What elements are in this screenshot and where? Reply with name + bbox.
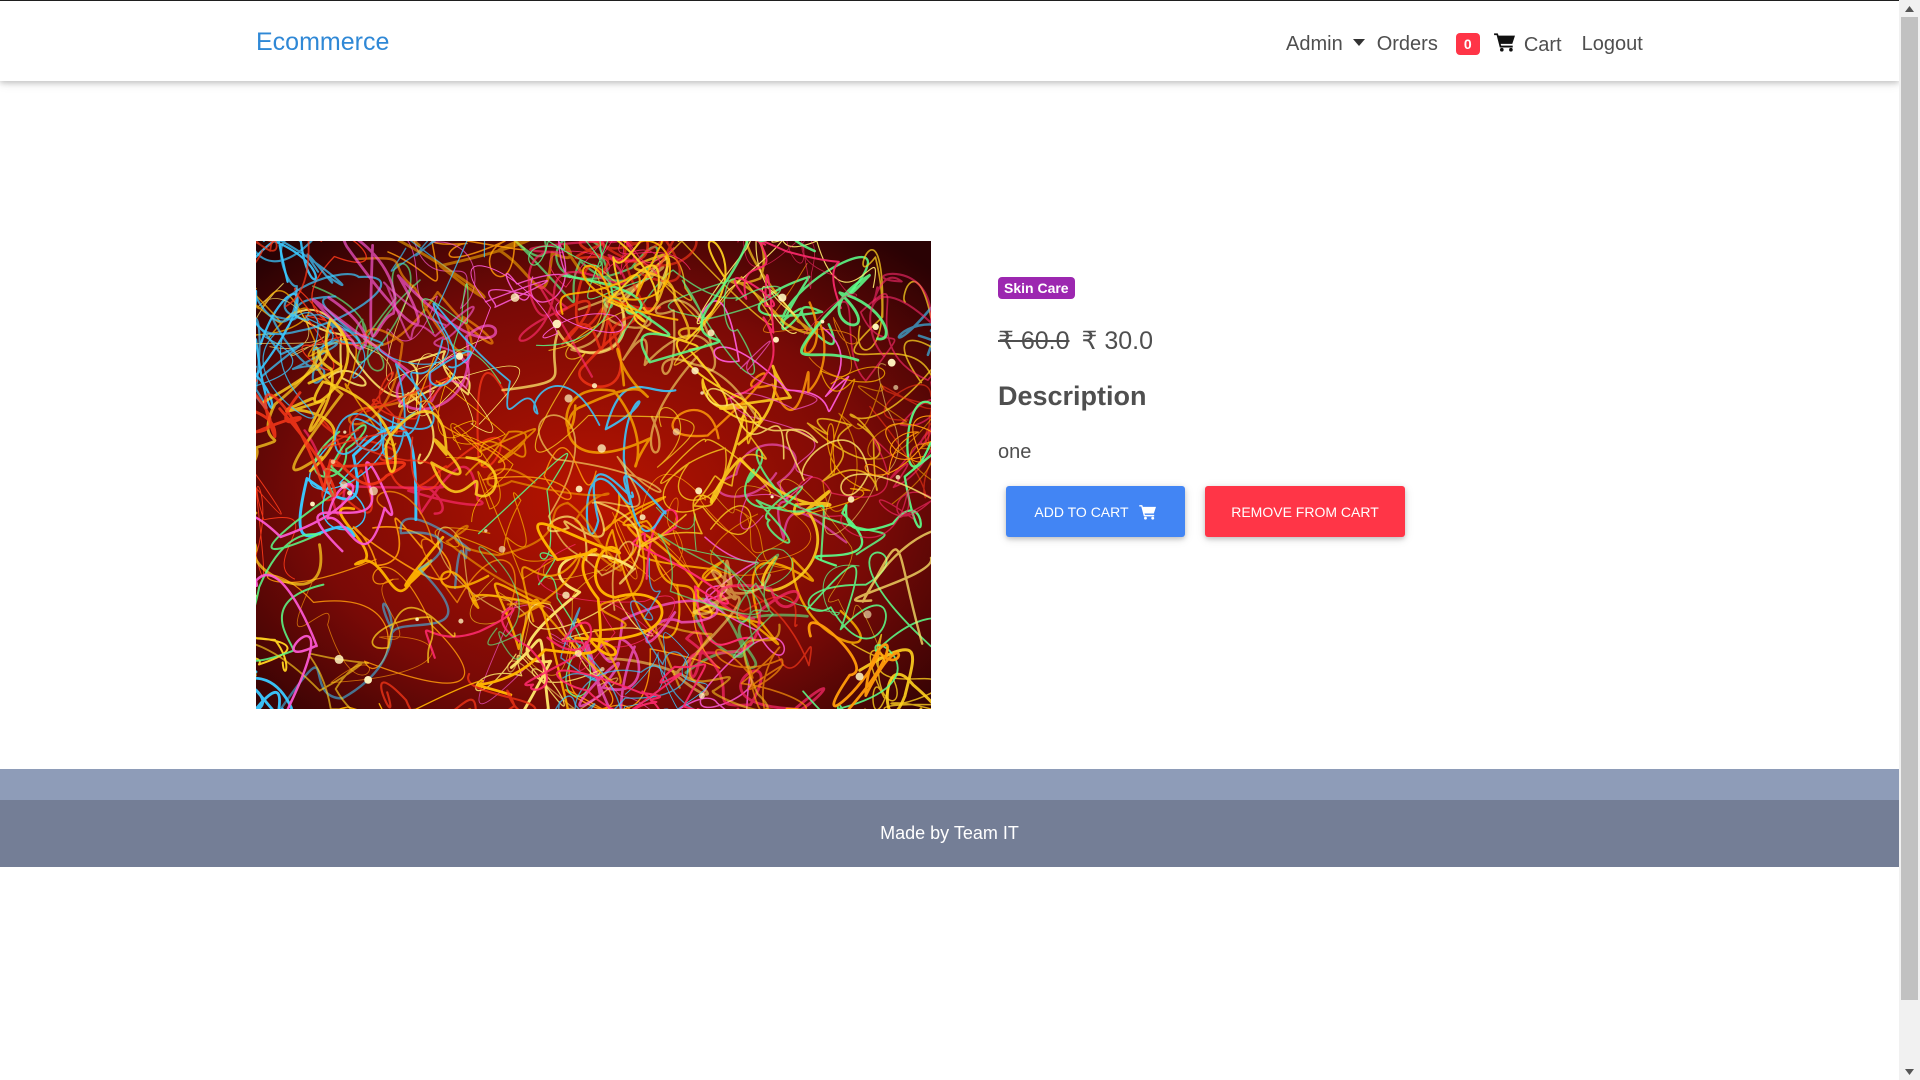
caret-down-icon (1352, 38, 1365, 46)
description-heading: Description (998, 381, 1147, 411)
light-sparkle (700, 391, 704, 395)
light-sparkle (575, 485, 583, 493)
light-sparkle (847, 496, 855, 503)
light-sparkle (369, 486, 378, 496)
page: Ecommerce Admin Orders 0 Cart Logout Ski… (0, 0, 1899, 1080)
chevron-up-icon (1905, 5, 1914, 12)
light-sparkle (510, 293, 520, 302)
cart-label: Cart (1523, 34, 1562, 56)
footer: Made by Team IT (0, 800, 1899, 867)
scroll-down-button[interactable] (1899, 1063, 1920, 1080)
light-sparkle (699, 693, 705, 699)
brand-link[interactable]: Ecommerce (256, 28, 389, 57)
light-sparkle (600, 667, 605, 672)
light-sparkle (887, 358, 896, 367)
light-sparkle (498, 545, 506, 553)
light-sparkle (340, 481, 348, 489)
light-sparkle (672, 428, 680, 436)
light-sparkle (778, 293, 787, 302)
logout-link[interactable]: Logout (1582, 33, 1643, 56)
nav-menu: Admin Orders 0 Cart Logout (1286, 29, 1643, 59)
light-sparkle (415, 617, 419, 622)
light-sparkle (455, 352, 464, 360)
footer-text: Made by Team IT (880, 823, 1019, 843)
light-sparkle (330, 459, 336, 464)
light-sparkle (597, 444, 606, 453)
light-sparkle (691, 367, 699, 375)
light-sparkle (639, 514, 646, 521)
scroll-thumb[interactable] (1901, 17, 1918, 1000)
scroll-up-button[interactable] (1899, 0, 1920, 17)
vertical-scrollbar[interactable] (1899, 0, 1920, 1080)
light-sparkle (707, 329, 715, 337)
light-sparkle (820, 319, 825, 324)
new-price: ₹ 30.0 (1081, 327, 1154, 355)
cart-link[interactable]: Cart (1493, 31, 1562, 57)
light-sparkle (773, 336, 779, 343)
add-to-cart-button[interactable]: ADD TO CART (1006, 486, 1185, 537)
old-price: ₹ 60.0 (998, 327, 1070, 355)
light-sparkle (564, 394, 573, 403)
light-sparkle (364, 676, 372, 684)
admin-dropdown[interactable]: Admin (1286, 33, 1365, 56)
light-sparkle (695, 487, 703, 495)
light-sparkle (458, 618, 464, 624)
light-sparkle (347, 490, 353, 496)
admin-label: Admin (1286, 32, 1343, 55)
light-sparkle (562, 591, 570, 599)
remove-from-cart-button[interactable]: REMOVE FROM CART (1205, 486, 1405, 537)
navbar: Ecommerce Admin Orders 0 Cart Logout (0, 1, 1899, 81)
light-sparkle (343, 430, 347, 434)
light-sparkle (310, 501, 315, 507)
remove-from-cart-label: REMOVE FROM CART (1231, 503, 1379, 520)
footer-top-band (0, 769, 1899, 800)
light-sparkle (770, 495, 774, 499)
light-sparkle (334, 654, 344, 664)
category-badge[interactable]: Skin Care (998, 277, 1075, 299)
light-sparkle (552, 319, 562, 329)
cart-count-badge: 0 (1455, 33, 1480, 55)
light-sparkle (855, 672, 864, 681)
light-sparkle (484, 529, 488, 533)
price-block: ₹ 60.0 ₹ 30.0 (998, 326, 1153, 356)
product-image (256, 241, 931, 709)
light-sparkle (895, 475, 901, 480)
description-text: one (998, 441, 1032, 463)
light-sparkle (863, 610, 872, 619)
orders-link[interactable]: Orders (1377, 33, 1438, 56)
add-to-cart-label: ADD TO CART (1034, 503, 1129, 520)
cart-icon (1138, 504, 1156, 520)
cart-icon (1493, 33, 1515, 52)
light-sparkle (893, 385, 899, 390)
light-sparkle (574, 650, 582, 657)
light-sparkle (872, 323, 879, 330)
chevron-down-icon (1905, 1068, 1914, 1075)
light-sparkle (591, 383, 598, 389)
